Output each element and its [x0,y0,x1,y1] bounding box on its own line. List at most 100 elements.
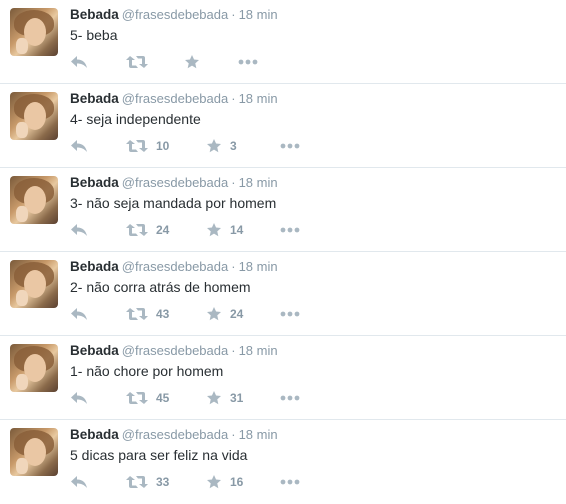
retweet-icon [126,307,148,321]
username[interactable]: @frasesdebebada [122,427,228,442]
star-icon [206,474,222,490]
star-icon [206,306,222,322]
tweet-actions: 33 16 [70,472,330,492]
tweet-actions: 10 3 [70,136,330,156]
more-button[interactable] [280,136,300,156]
retweet-button[interactable]: 33 [126,472,169,492]
more-dots-icon [280,395,300,401]
username[interactable]: @frasesdebebada [122,91,228,106]
more-button[interactable] [280,388,300,408]
star-icon [206,390,222,406]
more-button[interactable] [280,304,300,324]
fullname[interactable]: Bebada [70,259,119,274]
favorite-count: 31 [230,391,244,405]
retweet-button[interactable]: 45 [126,388,169,408]
avatar[interactable] [10,344,58,392]
retweet-icon [126,55,148,69]
avatar[interactable] [10,260,58,308]
favorite-count: 24 [230,307,244,321]
reply-button[interactable] [70,388,88,408]
retweet-button[interactable] [126,52,156,72]
retweet-icon [126,391,148,405]
retweet-count: 10 [156,139,170,153]
avatar[interactable] [10,8,58,56]
retweet-icon [126,475,148,489]
tweet[interactable]: Bebada @frasesdebebada · 18 min 5- beba [0,0,566,84]
tweet-text: 5 dicas para ser feliz na vida [70,447,248,463]
timestamp[interactable]: 18 min [239,175,278,190]
favorite-button[interactable] [184,52,208,72]
reply-icon [70,475,88,489]
timestamp[interactable]: 18 min [239,427,278,442]
reply-button[interactable] [70,136,88,156]
star-icon [206,138,222,154]
timestamp[interactable]: 18 min [239,91,278,106]
tweet-header: Bebada @frasesdebebada · 18 min [70,91,278,106]
username[interactable]: @frasesdebebada [122,259,228,274]
favorite-button[interactable]: 16 [206,472,243,492]
timestamp[interactable]: 18 min [239,343,278,358]
more-dots-icon [280,227,300,233]
favorite-count: 16 [230,475,244,489]
favorite-button[interactable]: 31 [206,388,243,408]
avatar[interactable] [10,92,58,140]
retweet-icon [126,223,148,237]
avatar[interactable] [10,176,58,224]
separator: · [231,343,236,358]
tweet-text: 4- seja independente [70,111,201,127]
tweet[interactable]: Bebada @frasesdebebada · 18 min 2- não corr… [0,252,566,336]
favorite-count: 14 [230,223,244,237]
favorite-button[interactable]: 24 [206,304,243,324]
favorite-button[interactable]: 14 [206,220,243,240]
reply-icon [70,391,88,405]
star-icon [184,54,200,70]
retweet-button[interactable]: 10 [126,136,169,156]
retweet-button[interactable]: 24 [126,220,169,240]
separator: · [231,427,236,442]
tweet-header: Bebada @frasesdebebada · 18 min [70,427,278,442]
username[interactable]: @frasesdebebada [122,343,228,358]
reply-button[interactable] [70,304,88,324]
reply-icon [70,55,88,69]
fullname[interactable]: Bebada [70,91,119,106]
favorite-button[interactable]: 3 [206,136,237,156]
tweet-actions [70,52,330,72]
separator: · [231,175,236,190]
reply-button[interactable] [70,52,88,72]
tweet-actions: 45 31 [70,388,330,408]
timestamp[interactable]: 18 min [239,7,278,22]
tweet-header: Bebada @frasesdebebada · 18 min [70,175,278,190]
fullname[interactable]: Bebada [70,343,119,358]
tweet[interactable]: Bebada @frasesdebebada · 18 min 1- não chor… [0,336,566,420]
avatar[interactable] [10,428,58,476]
reply-button[interactable] [70,472,88,492]
tweet-text: 1- não chore por homem [70,363,224,379]
favorite-count: 3 [230,139,237,153]
retweet-count: 45 [156,391,170,405]
fullname[interactable]: Bebada [70,7,119,22]
username[interactable]: @frasesdebebada [122,7,228,22]
retweet-count: 33 [156,475,170,489]
separator: · [231,91,236,106]
tweet[interactable]: Bebada @frasesdebebada · 18 min 5 dicas par… [0,420,566,504]
more-dots-icon [238,59,258,65]
retweet-button[interactable]: 43 [126,304,169,324]
tweet[interactable]: Bebada @frasesdebebada · 18 min 3- não seja… [0,168,566,252]
separator: · [231,259,236,274]
tweet[interactable]: Bebada @frasesdebebada · 18 min 4- seja ind… [0,84,566,168]
more-button[interactable] [238,52,258,72]
more-dots-icon [280,479,300,485]
retweet-count: 24 [156,223,170,237]
tweet-actions: 24 14 [70,220,330,240]
reply-button[interactable] [70,220,88,240]
star-icon [206,222,222,238]
fullname[interactable]: Bebada [70,175,119,190]
more-button[interactable] [280,472,300,492]
tweet-header: Bebada @frasesdebebada · 18 min [70,259,278,274]
timestamp[interactable]: 18 min [239,259,278,274]
fullname[interactable]: Bebada [70,427,119,442]
tweet-text: 3- não seja mandada por homem [70,195,277,211]
username[interactable]: @frasesdebebada [122,175,228,190]
retweet-icon [126,139,148,153]
more-button[interactable] [280,220,300,240]
